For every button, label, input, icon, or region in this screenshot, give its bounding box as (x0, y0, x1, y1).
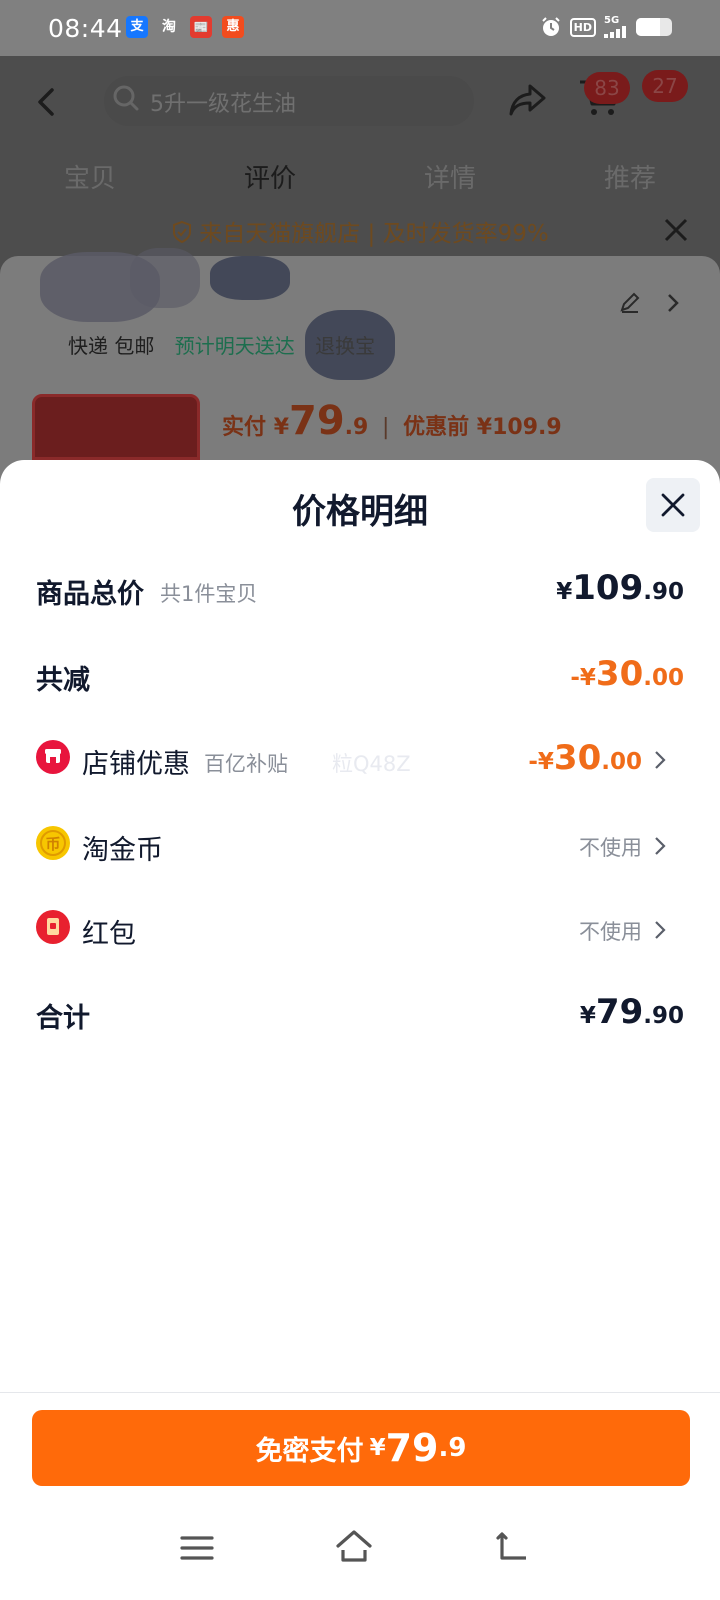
menu-icon[interactable] (180, 1534, 214, 1562)
chevron-right-icon (668, 294, 679, 312)
shop-icon (36, 740, 70, 774)
coupon-icon: 惠 (222, 16, 244, 38)
coin-icon: 币 (36, 826, 70, 860)
red-packet-value: 不使用 (579, 920, 642, 944)
tab-item: 宝贝 (63, 164, 116, 194)
row-total-discount: 共减 -¥30.00 (36, 646, 684, 706)
blurred-address (130, 248, 200, 308)
signal-icon: 5G (604, 16, 628, 38)
status-indicators: HD 5G (540, 16, 672, 38)
status-app-icons: 支 淘 📰 惠 (126, 16, 244, 38)
taojinbi-value: 不使用 (579, 836, 642, 860)
news-icon: 📰 (190, 16, 212, 38)
alarm-icon (541, 17, 560, 36)
red-packet-label: 红包 (82, 919, 136, 950)
search-placeholder: 5升一级花生油 (150, 92, 296, 117)
blurred-address (210, 256, 290, 300)
back-icon[interactable] (496, 1530, 530, 1562)
red-packet-icon (36, 910, 70, 944)
goods-count: 共1件宝贝 (160, 582, 258, 606)
product-tabs: 宝贝 评价 详情 推荐 (0, 158, 720, 195)
edit-icon (620, 292, 640, 313)
row-taojinbi[interactable]: 币 淘金币 不使用 (36, 816, 684, 876)
pay-amount-int: 79 (385, 1426, 439, 1470)
tab-recommend: 推荐 (603, 164, 656, 194)
paid-price: 实付 ¥79.9 | 优惠前 ¥109.9 (222, 398, 562, 444)
discount-label: 共减 (36, 665, 90, 696)
row-red-packet[interactable]: 红包 不使用 (36, 900, 684, 960)
row-goods-total: 商品总价 共1件宝贝 ¥109.90 (36, 560, 684, 620)
shield-icon (173, 220, 192, 244)
shop-discount-amount: -¥30.00 (528, 738, 642, 778)
back-arrow-icon (38, 88, 54, 116)
tab-detail: 详情 (423, 164, 476, 194)
pay-button-label: 免密支付 (255, 1435, 364, 1467)
battery-icon (636, 18, 672, 36)
pay-currency: ¥ (369, 1435, 386, 1461)
product-thumbnail (32, 394, 200, 460)
grand-total-label: 合计 (36, 1003, 90, 1034)
pay-amount-dec: .9 (438, 1433, 467, 1463)
share-icon (509, 84, 546, 116)
discount-amount: -¥30.00 (570, 654, 684, 694)
grand-total-amount: ¥79.90 (579, 992, 684, 1032)
tab-review: 评价 (243, 164, 296, 194)
shipping-info: 快递 包邮 预计明天送达 退换宝 (68, 334, 376, 358)
goods-total-label: 商品总价 (36, 579, 144, 610)
close-icon (661, 493, 685, 517)
system-nav-bar (0, 1520, 720, 1600)
pay-button[interactable]: 免密支付 ¥79.9 (32, 1410, 690, 1486)
svg-text:币: 币 (45, 835, 60, 853)
subsidy-tag: 百亿补贴 (204, 752, 288, 776)
chevron-right-icon (655, 751, 666, 769)
chevron-right-icon (655, 921, 666, 939)
taobao-icon: 淘 (162, 19, 176, 35)
sheet-close-button[interactable] (646, 478, 700, 532)
row-grand-total: 合计 ¥79.90 (36, 984, 684, 1044)
status-time: 08:44 (48, 14, 123, 43)
close-icon (664, 218, 688, 242)
alipay-icon: 支 (126, 16, 148, 38)
taojinbi-label: 淘金币 (82, 835, 163, 866)
status-bar: 08:44 支 淘 📰 惠 HD 5G (0, 0, 720, 56)
message-badge: 27 (642, 70, 688, 102)
row-shop-discount[interactable]: 店铺优惠 百亿补贴 粒Q48Z -¥30.00 (36, 730, 684, 790)
sheet-title: 价格明细 (292, 492, 428, 532)
footer-divider (0, 1392, 720, 1393)
chevron-right-icon (655, 837, 666, 855)
cart-badge: 83 (584, 72, 630, 104)
hd-icon: HD (569, 17, 596, 37)
watermark-text: 粒Q48Z (332, 752, 411, 776)
search-icon (113, 85, 139, 111)
shop-discount-label: 店铺优惠 (82, 749, 190, 780)
store-banner: 来自天猫旗舰店 | 及时发货率99% (0, 214, 720, 248)
goods-total-amount: ¥109.90 (556, 568, 684, 608)
home-icon[interactable] (334, 1528, 374, 1564)
